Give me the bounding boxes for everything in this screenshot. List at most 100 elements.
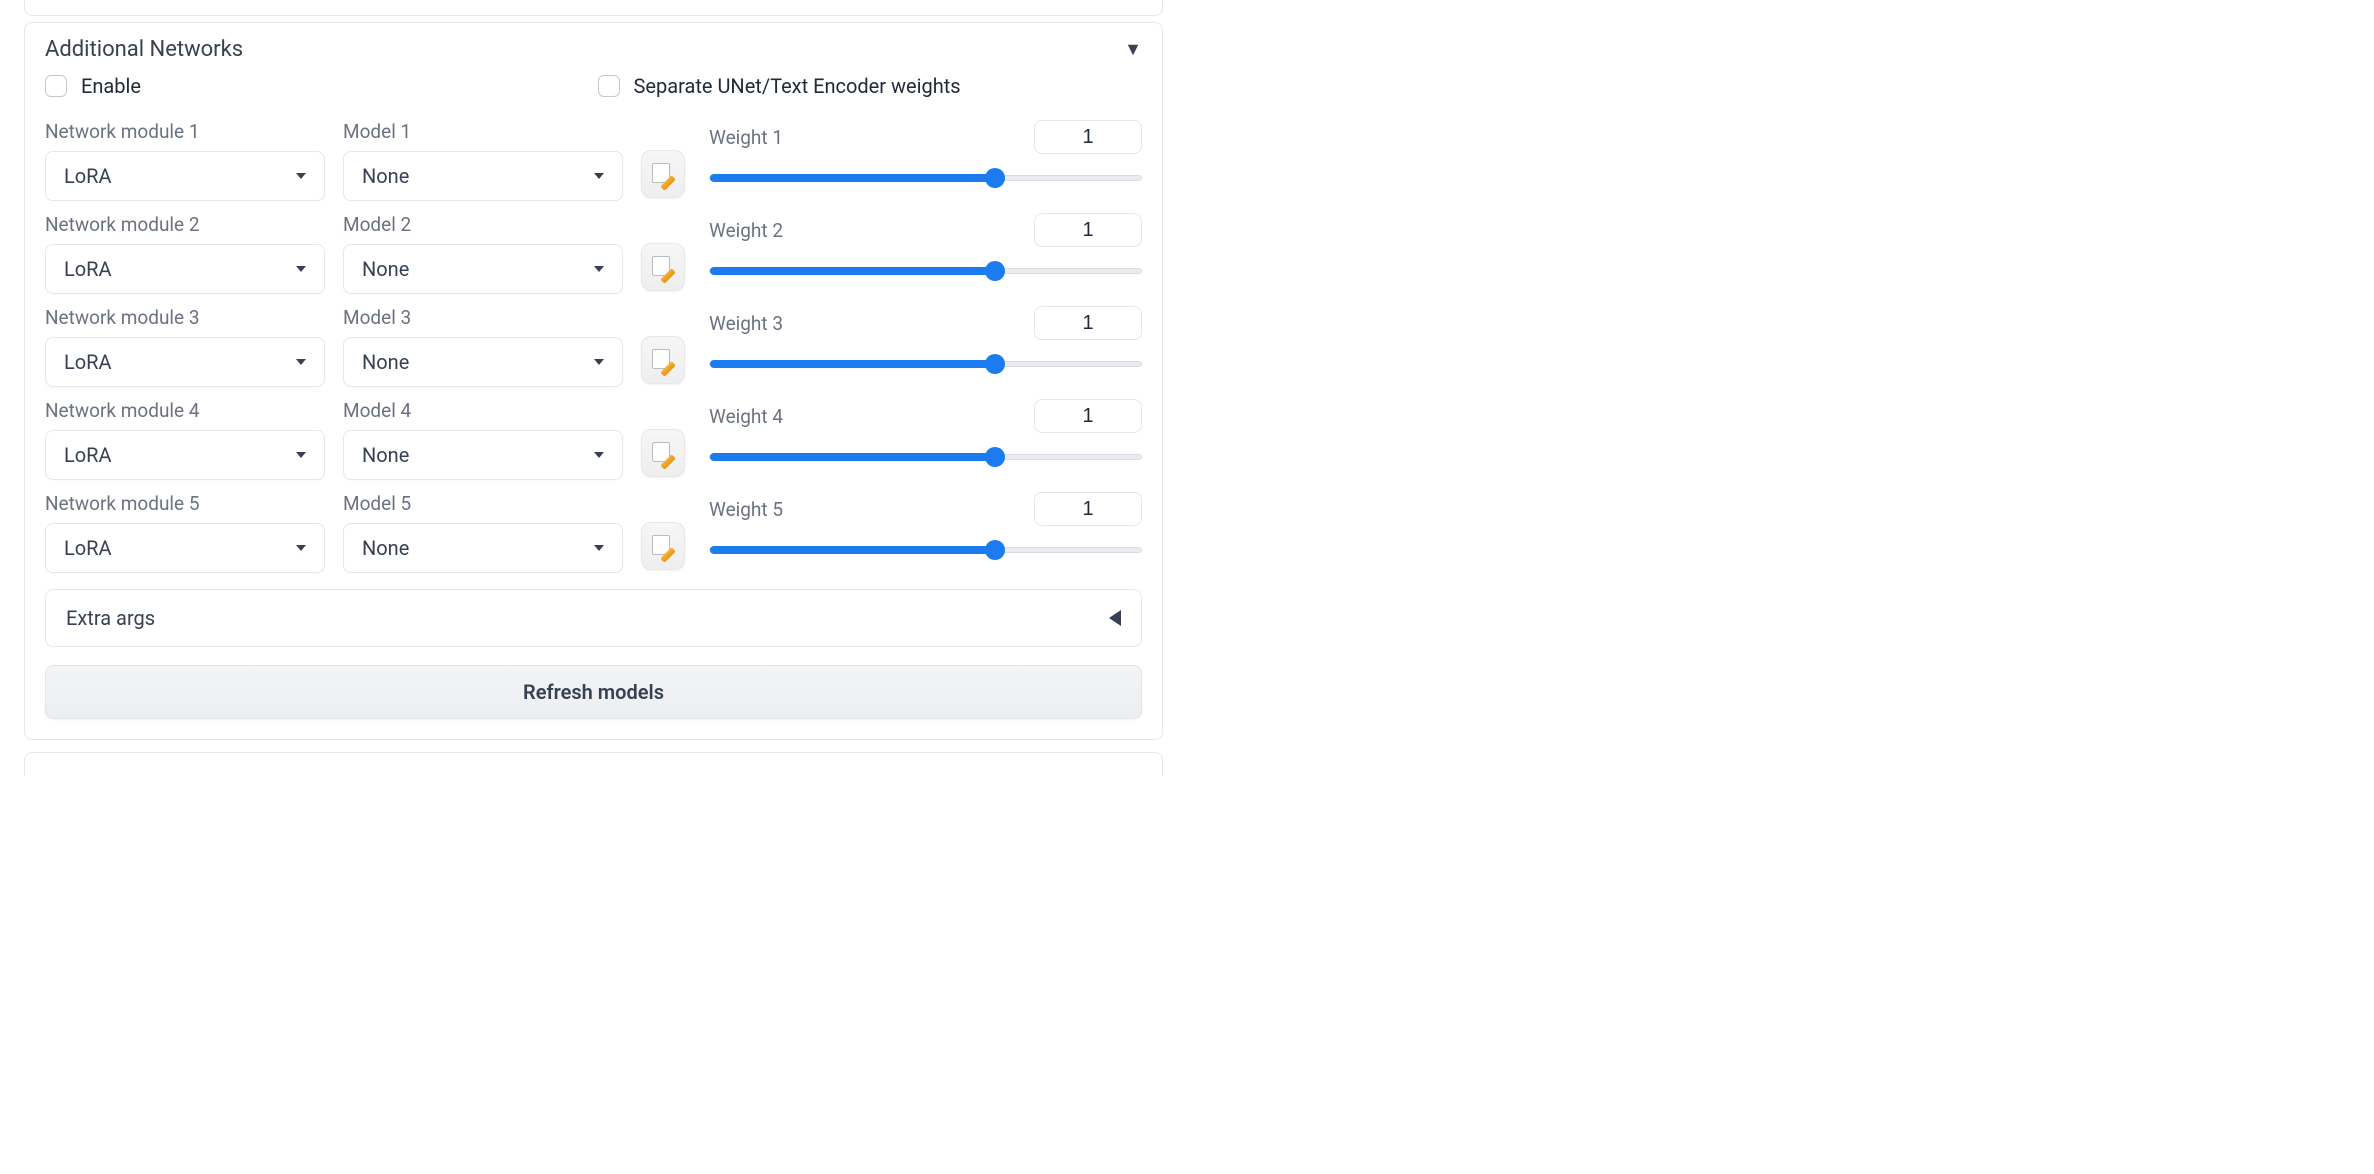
chevron-down-icon [296,173,306,179]
module-label: Network module 4 [45,399,325,422]
model-label: Model 1 [343,120,623,143]
model-field: Model 5 None [343,492,623,573]
model-select[interactable]: None [343,337,623,387]
weight-label: Weight 4 [709,405,783,428]
model-value: None [362,257,409,281]
weight-field: Weight 1 [709,120,1142,188]
module-value: LoRA [64,536,112,560]
panel-title: Additional Networks [45,37,243,62]
chevron-down-icon [594,173,604,179]
model-field: Model 1 None [343,120,623,201]
module-select[interactable]: LoRA [45,430,325,480]
model-label: Model 4 [343,399,623,422]
module-select[interactable]: LoRA [45,244,325,294]
separate-weights-checkbox[interactable] [598,75,620,97]
refresh-models-button[interactable]: Refresh models [45,665,1142,719]
separate-weights-group[interactable]: Separate UNet/Text Encoder weights [598,74,1143,98]
model-value: None [362,350,409,374]
weight-field: Weight 5 [709,492,1142,560]
weight-slider[interactable] [709,447,1142,467]
next-panel-header[interactable]: . [25,753,1162,776]
previous-panel-bottom [24,0,1163,16]
network-row: Network module 4 LoRA Model 4 None Weigh… [45,399,1142,480]
chevron-down-icon [594,452,604,458]
weight-label: Weight 2 [709,219,783,242]
refresh-models-label: Refresh models [523,680,664,704]
module-value: LoRA [64,350,112,374]
weight-field: Weight 4 [709,399,1142,467]
edit-icon [652,535,674,557]
module-field: Network module 2 LoRA [45,213,325,294]
checkbox-row: Enable Separate UNet/Text Encoder weight… [45,74,1142,98]
additional-networks-panel: Additional Networks ▼ Enable Separate UN… [24,22,1163,740]
model-label: Model 2 [343,213,623,236]
model-field: Model 3 None [343,306,623,387]
enable-group[interactable]: Enable [45,74,590,98]
slider-thumb[interactable] [985,261,1005,281]
model-select[interactable]: None [343,244,623,294]
module-field: Network module 1 LoRA [45,120,325,201]
edit-icon [652,163,674,185]
collapse-left-icon [1109,610,1121,626]
slider-thumb[interactable] [985,540,1005,560]
weight-input[interactable] [1034,492,1142,526]
edit-model-button[interactable] [641,429,685,477]
edit-icon [652,349,674,371]
model-label: Model 3 [343,306,623,329]
slider-thumb[interactable] [985,447,1005,467]
edit-model-button[interactable] [641,150,685,198]
model-value: None [362,164,409,188]
extra-args-row[interactable]: Extra args [45,589,1142,647]
model-field: Model 2 None [343,213,623,294]
model-field: Model 4 None [343,399,623,480]
chevron-down-icon [296,452,306,458]
weight-slider[interactable] [709,540,1142,560]
weight-input[interactable] [1034,399,1142,433]
model-value: None [362,536,409,560]
slider-thumb[interactable] [985,168,1005,188]
module-field: Network module 4 LoRA [45,399,325,480]
module-label: Network module 1 [45,120,325,143]
edit-model-button[interactable] [641,243,685,291]
enable-label: Enable [81,74,141,98]
weight-input[interactable] [1034,306,1142,340]
weight-input[interactable] [1034,120,1142,154]
module-select[interactable]: LoRA [45,151,325,201]
weight-label: Weight 3 [709,312,783,335]
model-value: None [362,443,409,467]
model-select[interactable]: None [343,523,623,573]
additional-networks-header[interactable]: Additional Networks ▼ [25,23,1162,70]
edit-model-button[interactable] [641,522,685,570]
module-select[interactable]: LoRA [45,337,325,387]
weight-slider[interactable] [709,168,1142,188]
network-row: Network module 1 LoRA Model 1 None Weigh… [45,120,1142,201]
weight-input[interactable] [1034,213,1142,247]
module-field: Network module 5 LoRA [45,492,325,573]
module-field: Network module 3 LoRA [45,306,325,387]
next-panel-top: . [24,752,1163,776]
weight-field: Weight 2 [709,213,1142,281]
weight-slider[interactable] [709,261,1142,281]
model-select[interactable]: None [343,151,623,201]
chevron-down-icon [594,359,604,365]
model-select[interactable]: None [343,430,623,480]
separate-weights-label: Separate UNet/Text Encoder weights [634,74,961,98]
module-value: LoRA [64,164,112,188]
chevron-down-icon [296,359,306,365]
module-select[interactable]: LoRA [45,523,325,573]
module-label: Network module 5 [45,492,325,515]
module-value: LoRA [64,443,112,467]
chevron-down-icon [296,266,306,272]
weight-slider[interactable] [709,354,1142,374]
extra-args-label: Extra args [66,606,155,630]
enable-checkbox[interactable] [45,75,67,97]
chevron-down-icon: ▼ [1124,39,1142,60]
edit-icon [652,256,674,278]
network-row: Network module 5 LoRA Model 5 None Weigh… [45,492,1142,573]
weight-label: Weight 1 [709,126,783,149]
module-value: LoRA [64,257,112,281]
chevron-down-icon [296,545,306,551]
edit-model-button[interactable] [641,336,685,384]
chevron-down-icon [594,545,604,551]
slider-thumb[interactable] [985,354,1005,374]
